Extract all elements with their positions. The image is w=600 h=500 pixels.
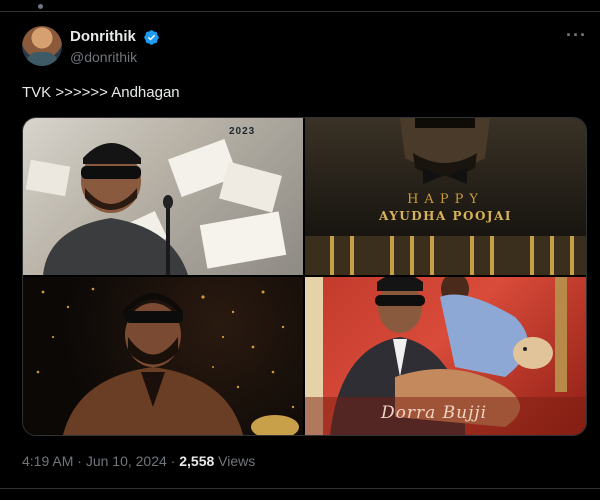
tweet-text: TVK >>>>>> Andhagan: [22, 84, 180, 101]
photo-man-brown-suit: [36, 287, 299, 435]
tweet-date[interactable]: Jun 10, 2024: [86, 453, 167, 469]
tweet-time[interactable]: 4:19 AM: [22, 453, 73, 469]
views-label: Views: [214, 453, 256, 469]
media-image-3[interactable]: [23, 277, 303, 435]
author-display-name[interactable]: Donrithik: [70, 28, 136, 45]
avatar[interactable]: [22, 26, 62, 66]
poster-title-line1: HAPPY: [407, 192, 484, 207]
meta-separator: ·: [73, 453, 86, 469]
photo-man-sunglasses-sheet-music: [25, 138, 287, 275]
meta-separator: ·: [166, 453, 180, 469]
tweet-meta: 4:19 AM · Jun 10, 2024 · 2,558 Views: [22, 453, 255, 469]
media-grid: 2023 HAPPY AYUDHA POOJAI Dorra Bujji: [22, 117, 587, 436]
author-handle[interactable]: @donrithik: [70, 49, 137, 65]
media-image-1[interactable]: 2023: [23, 118, 303, 275]
top-divider: [0, 0, 600, 12]
year-overlay: 2023: [229, 126, 256, 137]
poster-title-dorra-bujji: Dorra Bujji: [381, 403, 488, 423]
verified-badge-icon: [144, 30, 159, 45]
poster-title-line2: AYUDHA POOJAI: [378, 209, 512, 223]
bottom-divider: [0, 488, 600, 489]
views-count: 2,558: [179, 453, 215, 469]
thread-connector: [38, 4, 43, 9]
more-horizontal-icon[interactable]: ···: [566, 26, 587, 44]
avatar-image: [26, 52, 58, 66]
media-image-2[interactable]: HAPPY AYUDHA POOJAI: [305, 118, 586, 275]
media-image-4[interactable]: Dorra Bujji: [305, 277, 586, 435]
